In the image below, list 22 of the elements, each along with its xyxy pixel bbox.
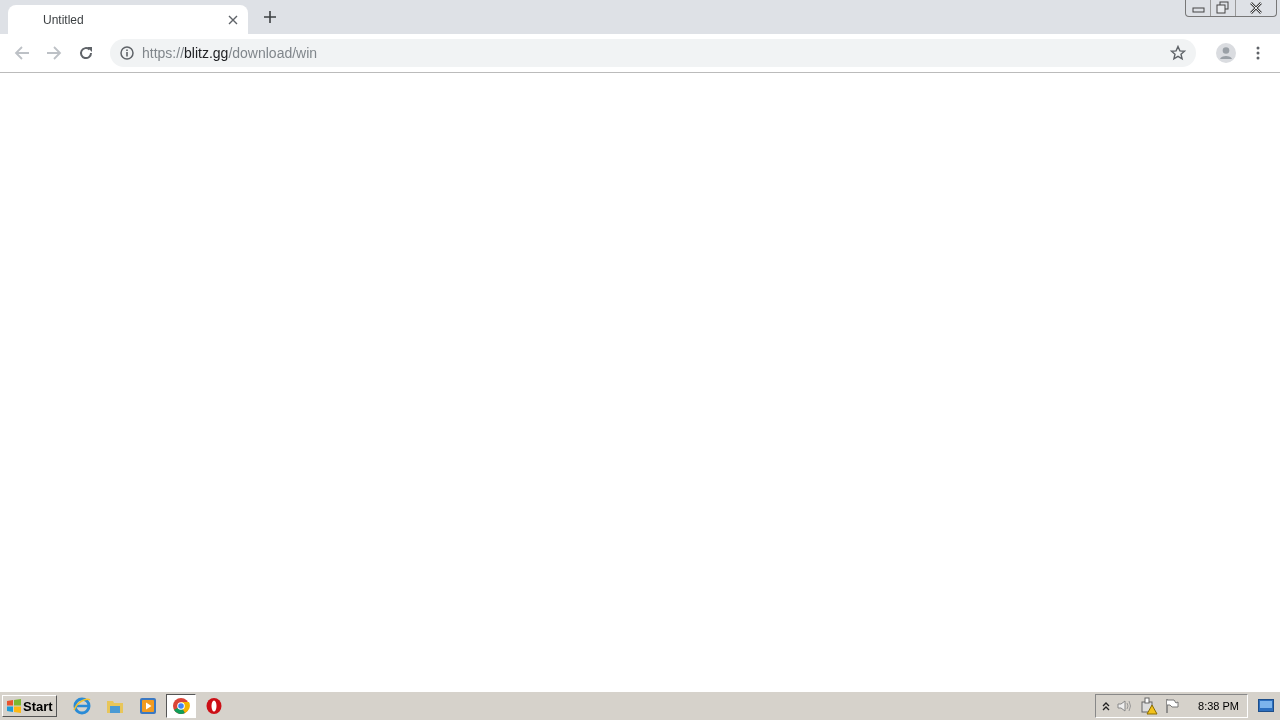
network-warning-icon[interactable] xyxy=(1140,697,1159,715)
browser-tab[interactable]: Untitled xyxy=(8,5,248,34)
clock-text[interactable]: 8:38 PM xyxy=(1198,700,1239,712)
star-icon[interactable] xyxy=(1170,45,1186,61)
avatar-icon[interactable] xyxy=(1216,43,1236,63)
chrome-logo-icon xyxy=(171,697,190,715)
browser-e-icon xyxy=(72,697,91,715)
chevron-up-icon[interactable] xyxy=(1102,701,1111,711)
opera-o-icon xyxy=(204,697,223,715)
address-bar[interactable]: https://blitz.gg/download/win xyxy=(110,39,1196,67)
reload-icon[interactable] xyxy=(78,45,94,61)
flag-icon[interactable] xyxy=(1164,698,1181,714)
windows-logo-icon xyxy=(6,699,22,713)
close-icon[interactable] xyxy=(228,14,238,25)
show-desktop-icon[interactable] xyxy=(1258,699,1274,713)
plus-icon[interactable] xyxy=(264,11,276,23)
taskbar-button[interactable] xyxy=(165,694,196,718)
play-icon xyxy=(138,697,157,715)
start-button[interactable]: Start xyxy=(2,695,57,717)
info-icon[interactable] xyxy=(120,46,134,60)
menu-icon[interactable] xyxy=(1256,46,1260,60)
url-text: https://blitz.gg/download/win xyxy=(142,45,319,61)
